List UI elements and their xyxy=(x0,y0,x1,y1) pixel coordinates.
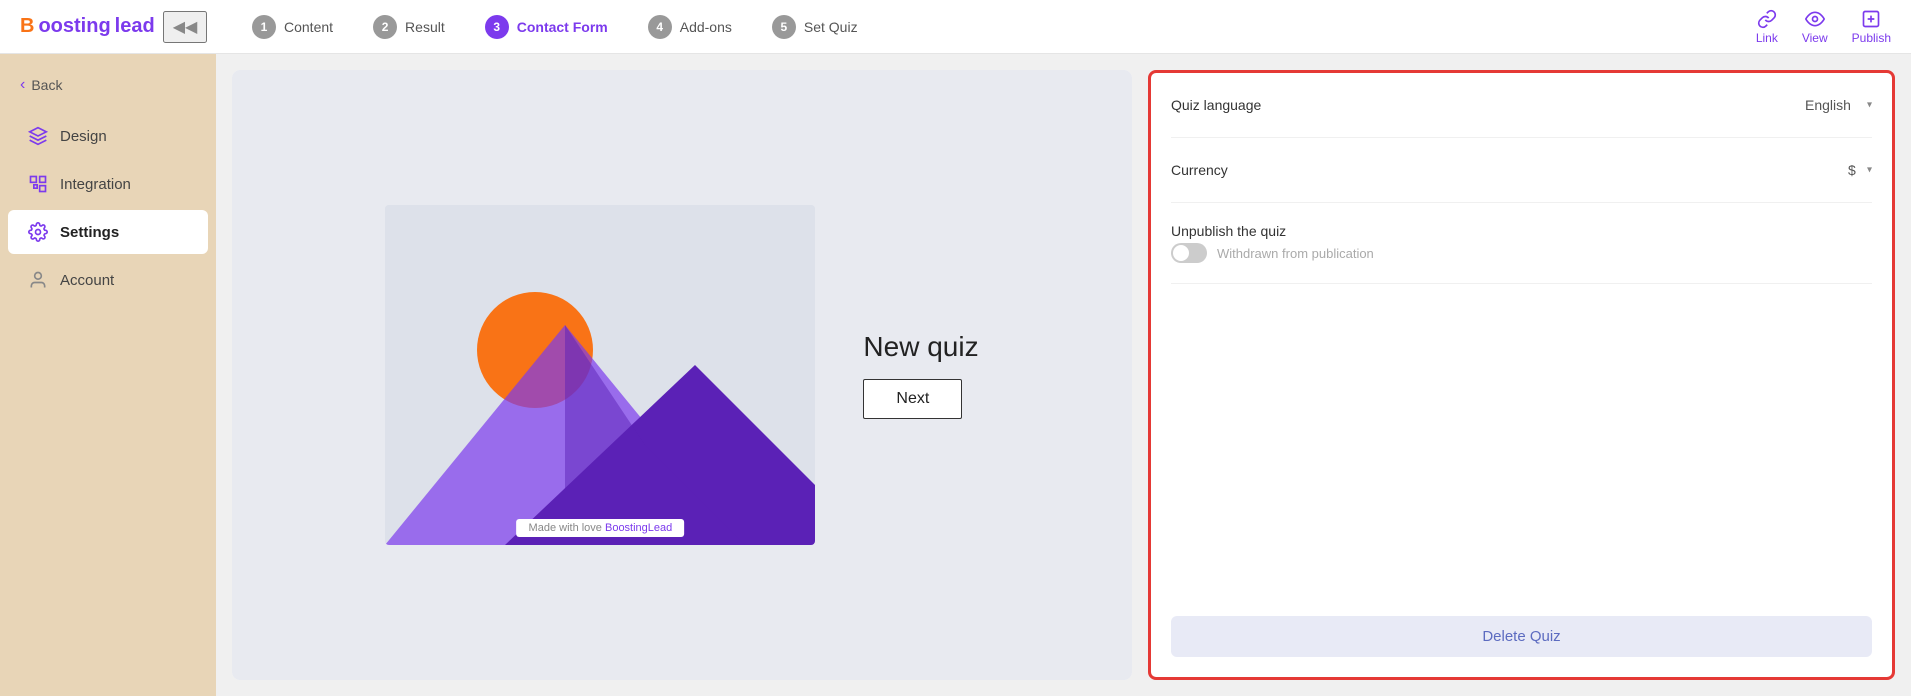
step-list: 1 Content 2 Result 3 Contact Form 4 Add-… xyxy=(236,15,1756,39)
step-1-content[interactable]: 1 Content xyxy=(236,15,349,39)
sidebar: ‹ Back Design Integration xyxy=(0,54,216,696)
delete-quiz-button[interactable]: Delete Quiz xyxy=(1171,616,1872,657)
publish-icon xyxy=(1861,9,1881,29)
unpublish-section: Unpublish the quiz Withdrawn from public… xyxy=(1171,223,1872,263)
view-action[interactable]: View xyxy=(1802,9,1828,45)
step-4-addons[interactable]: 4 Add-ons xyxy=(632,15,748,39)
unpublish-toggle[interactable] xyxy=(1171,243,1207,263)
collapse-sidebar-button[interactable]: ◀◀ xyxy=(163,11,208,43)
account-icon xyxy=(28,270,48,290)
quiz-title: New quiz xyxy=(863,331,978,363)
sidebar-item-integration[interactable]: Integration xyxy=(8,162,208,206)
main-layout: ‹ Back Design Integration xyxy=(0,54,1911,696)
header-actions: Link View Publish xyxy=(1756,9,1891,45)
view-icon xyxy=(1805,9,1825,29)
back-arrow-icon: ‹ xyxy=(20,76,25,94)
quiz-illustration xyxy=(385,205,815,545)
divider-3 xyxy=(1171,283,1872,284)
sidebar-item-settings[interactable]: Settings xyxy=(8,210,208,254)
preview-panel: Made with love BoostingLead New quiz Nex… xyxy=(232,70,1132,680)
sidebar-item-design[interactable]: Design xyxy=(8,114,208,158)
settings-panel: Quiz language English French Spanish Cur… xyxy=(1148,70,1895,680)
link-action[interactable]: Link xyxy=(1756,9,1778,45)
quiz-language-control: English French Spanish xyxy=(1805,97,1872,113)
currency-select[interactable]: $ € £ xyxy=(1848,162,1872,178)
currency-control: $ € £ xyxy=(1848,162,1872,178)
unpublish-toggle-row: Withdrawn from publication xyxy=(1171,243,1872,263)
quiz-preview: Made with love BoostingLead New quiz Nex… xyxy=(232,70,1132,680)
content-area: Made with love BoostingLead New quiz Nex… xyxy=(216,54,1911,696)
watermark: Made with love BoostingLead xyxy=(517,519,685,537)
quiz-next-button[interactable]: Next xyxy=(863,379,962,419)
unpublish-label: Unpublish the quiz xyxy=(1171,223,1872,239)
quiz-language-row: Quiz language English French Spanish xyxy=(1171,93,1872,117)
sidebar-item-account[interactable]: Account xyxy=(8,258,208,302)
toggle-text: Withdrawn from publication xyxy=(1217,246,1374,261)
divider-1 xyxy=(1171,137,1872,138)
step-2-result[interactable]: 2 Result xyxy=(357,15,461,39)
currency-label: Currency xyxy=(1171,162,1228,178)
quiz-language-select[interactable]: English French Spanish xyxy=(1805,97,1872,113)
quiz-language-label: Quiz language xyxy=(1171,97,1261,113)
design-icon xyxy=(28,126,48,146)
divider-2 xyxy=(1171,202,1872,203)
step-5-set-quiz[interactable]: 5 Set Quiz xyxy=(756,15,874,39)
publish-action[interactable]: Publish xyxy=(1852,9,1891,45)
step-3-contact-form[interactable]: 3 Contact Form xyxy=(469,15,624,39)
integration-icon xyxy=(28,174,48,194)
settings-icon xyxy=(28,222,48,242)
quiz-text-area: New quiz Next xyxy=(863,331,978,419)
back-button[interactable]: ‹ Back xyxy=(0,66,216,104)
top-nav: Boostinglead ◀◀ 1 Content 2 Result 3 Con… xyxy=(0,0,1911,54)
logo: Boostinglead xyxy=(20,15,155,38)
currency-row: Currency $ € £ xyxy=(1171,158,1872,182)
link-icon xyxy=(1757,9,1777,29)
